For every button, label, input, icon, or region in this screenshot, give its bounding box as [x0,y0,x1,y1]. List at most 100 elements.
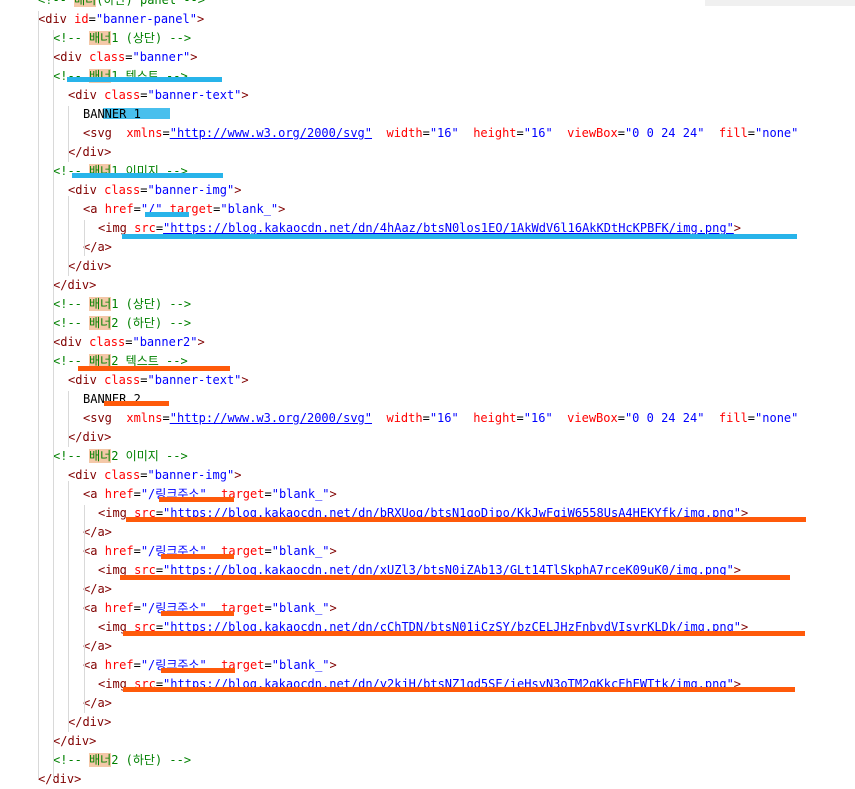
code-line[interactable]: </a> [0,238,855,257]
code-line[interactable]: </a> [0,580,855,599]
code-token-text: = [133,544,141,558]
code-line[interactable]: </div> [0,428,855,447]
code-line[interactable]: </a> [0,523,855,542]
code-line[interactable]: </a> [0,694,855,713]
code-token-attr: id [74,12,89,26]
code-token-tag: </div> [38,772,82,786]
code-token-text: = [133,658,141,672]
code-token-tag: </div> [68,715,112,729]
indent-guide [84,505,85,713]
code-token-comment: <!-- [38,0,75,7]
code-token-val: "0 0 24 24" [624,411,705,425]
code-token-attr: class [104,373,141,387]
code-line[interactable]: <a href="/" target="blank_"> [0,200,855,219]
code-line[interactable]: </div> [0,257,855,276]
code-token-tag: <a [83,544,105,558]
code-line[interactable]: </div> [0,770,855,789]
code-token-text: = [133,601,141,615]
code-line[interactable]: <!-- 배너1 (상단) --> [0,295,855,314]
code-line[interactable]: BANNER 2 [0,390,855,409]
indent-guide [84,220,85,256]
code-token-val: "banner-text" [147,373,242,387]
code-token-kor: 배너 [89,297,112,311]
code-token-attr: width [386,126,423,140]
code-token-tag: </div> [53,734,97,748]
code-token-attr: class [104,183,141,197]
code-token-tag: </a> [83,696,112,710]
code-line[interactable]: <svg xmlns="http://www.w3.org/2000/svg" … [0,409,855,428]
code-line[interactable]: </a> [0,637,855,656]
annotation-underline [161,554,234,559]
code-token-tag: </div> [68,259,112,273]
code-line[interactable]: <div class="banner-text"> [0,86,855,105]
annotation-underline [126,517,806,522]
code-line[interactable]: <a href="/링크주소" target="blank_"> [0,542,855,561]
code-token-attr: class [104,468,141,482]
code-line[interactable]: </div> [0,276,855,295]
code-line[interactable]: <!-- 배너1 (상단) --> [0,29,855,48]
code-line[interactable]: <svg xmlns="http://www.w3.org/2000/svg" … [0,124,855,143]
code-token-attr: class [104,88,141,102]
code-line[interactable]: <div class="banner-img"> [0,466,855,485]
code-token-tag: </a> [83,639,112,653]
code-token-attr: href [104,658,134,672]
code-token-tag: </div> [53,278,97,292]
code-line[interactable]: <div class="banner"> [0,48,855,67]
code-line[interactable]: <div class="banner-text"> [0,371,855,390]
code-line[interactable]: <a href="/링크주소" target="blank_"> [0,656,855,675]
code-token-val: "none" [755,411,799,425]
code-line[interactable]: <div class="banner-img"> [0,181,855,200]
code-line[interactable]: <div id="banner-panel"> [0,10,855,29]
code-token-attr: viewBox [567,126,618,140]
code-token-comment: 1 (상단) --> [111,31,192,45]
code-token-url: "http://www.w3.org/2000/svg" [169,126,373,140]
code-line[interactable]: <!-- 배너1 이미지 --> [0,162,855,181]
code-token-val: "blank_" [271,658,330,672]
code-line[interactable]: <div class="banner2"> [0,333,855,352]
code-editor[interactable]: <!-- 배너(하단) panel --> <div id="banner-pan… [0,0,855,786]
code-line[interactable]: <!-- 배너2 이미지 --> [0,447,855,466]
code-token-val: "16" [429,126,459,140]
code-token-tag: <svg [83,126,127,140]
code-token-text: = [88,12,96,26]
code-token-val: "banner2" [132,335,198,349]
code-token-tag: <div [68,183,105,197]
code-token-tag: <div [53,335,90,349]
code-line[interactable]: <a href="/링크주소" target="blank_"> [0,485,855,504]
code-line[interactable]: <!-- 배너(하단) panel --> [0,0,855,10]
indent-guide [38,11,39,779]
code-token-kor: 배너 [74,0,97,7]
indent-guide [53,30,54,779]
code-token-text: = [162,126,170,140]
code-token-val: "blank_" [271,544,330,558]
indent-guide [68,106,69,162]
code-line[interactable]: BANNER 1 [0,105,855,124]
code-line[interactable]: </div> [0,713,855,732]
code-line[interactable]: </div> [0,732,855,751]
code-token-tag: > [190,50,198,64]
code-line[interactable]: <!-- 배너2 (하단) --> [0,751,855,770]
indent-guide [68,196,69,276]
annotation-underline [78,366,230,371]
code-token-tag: <svg [83,411,127,425]
code-token-kor: 배너 [89,31,112,45]
code-token-val: "blank_" [220,202,279,216]
code-token-attr: class [89,50,126,64]
code-token-attr: href [104,544,134,558]
code-token-tag: <a [83,202,105,216]
code-token-val: "16" [523,126,553,140]
code-token-text: = [516,126,524,140]
code-token-attr: href [104,202,134,216]
code-token-attr: src [134,221,156,235]
code-token-text: = [516,411,524,425]
code-line[interactable]: <!-- 배너2 (하단) --> [0,314,855,333]
code-token-tag: > [329,544,337,558]
code-line[interactable]: </div> [0,143,855,162]
code-line[interactable]: <a href="/링크주소" target="blank_"> [0,599,855,618]
code-token-tag: <div [68,468,105,482]
